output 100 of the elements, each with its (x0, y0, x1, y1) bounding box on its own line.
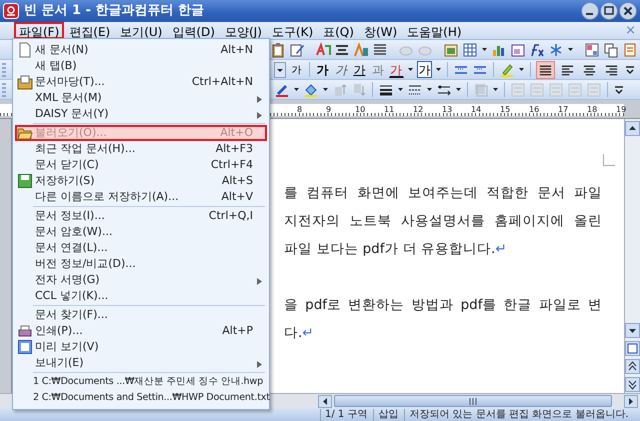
list-icon[interactable] (372, 42, 388, 58)
scroll-up-icon[interactable] (625, 121, 640, 136)
menu-item[interactable]: 문서 연결(L)... (15, 240, 267, 256)
letter-art-icon[interactable] (315, 42, 331, 58)
menu-item[interactable]: 저장하기(S) Alt+S (15, 173, 267, 189)
ruler-number: 19 (616, 106, 626, 114)
form-icon[interactable] (622, 42, 638, 58)
text-box-icon[interactable] (510, 42, 526, 58)
menu-item[interactable]: 문서 닫기(C) Ctrl+F4 (15, 157, 267, 173)
alignment-icon (604, 62, 619, 76)
scroll-right-icon[interactable] (624, 394, 638, 408)
menu-item[interactable]: 1 C:₩Documents ...₩재산분 주민세 징수 안내.hwp (15, 374, 267, 390)
formula-icon[interactable] (529, 42, 545, 58)
menu-item[interactable]: 미리 보기(V) (15, 339, 267, 355)
menu-item-icon (17, 74, 33, 90)
minimize-icon[interactable] (581, 2, 599, 20)
next-page-icon[interactable] (625, 377, 640, 392)
scroll-down-icon[interactable] (625, 323, 640, 338)
format-button[interactable]: 가 (314, 61, 330, 78)
menu-item[interactable]: 다른 이름으로 저장하기(A)... Alt+V (15, 189, 267, 205)
asterisk-icon[interactable] (548, 42, 564, 58)
scroll-left-icon[interactable] (318, 394, 332, 408)
ruler-number: 16 (529, 106, 540, 114)
menu-item[interactable]: 모양(J) (220, 22, 267, 39)
menu-item[interactable]: 문서마당(T)... Ctrl+Alt+N (15, 74, 267, 90)
page-view-icon[interactable] (625, 341, 640, 356)
menu-item[interactable]: 입력(D) (167, 22, 220, 39)
shortcut-text: Alt+O (220, 124, 254, 141)
previous-page-icon[interactable] (625, 359, 640, 374)
menu-item[interactable]: 인쇄(P)... Alt+P (15, 323, 267, 339)
document-text: 지전자의 노트북 사용설명서를 홈페이지에 올린 (284, 213, 602, 229)
ruler-number: 13 (442, 106, 452, 114)
shortcut-text: Alt+N (220, 42, 254, 58)
format-button[interactable]: 가 (352, 61, 368, 78)
paragraph-mark: ↵ (302, 325, 314, 341)
pencil-note-icon[interactable] (289, 42, 305, 58)
document-text: 를 컴퓨터 화면에 보여주는데 적합한 문서 파일 (284, 185, 602, 201)
grip-icon (469, 398, 477, 404)
menu-item[interactable]: CCL 넣기(K)... (15, 288, 267, 304)
alignment-icon (538, 62, 553, 76)
ruler-number: 12 (413, 106, 424, 114)
ruler-number: 8 (297, 106, 302, 114)
maximize-icon[interactable] (600, 2, 618, 20)
align-button[interactable] (536, 60, 555, 78)
menu-item[interactable]: 새 탭(B) (15, 58, 267, 74)
close-icon[interactable] (619, 2, 637, 20)
page-section-status: 1/ 1 구역 (320, 408, 368, 420)
menu-item[interactable]: 문서 정보(I)... Ctrl+Q,I (15, 208, 267, 224)
status-message: 저장되어 있는 문서를 편집 화면으로 불러옵니다. (404, 408, 629, 420)
menu-item[interactable]: 도움말(H) (402, 22, 467, 39)
menu-item[interactable]: 버전 정보/비교(D)... (15, 256, 267, 272)
menu-item[interactable]: 보내기(E) (15, 355, 267, 371)
menu-item-icon (17, 323, 33, 339)
vertical-scrollbar[interactable] (624, 119, 640, 393)
menu-item[interactable]: 편집(E) (64, 22, 116, 39)
ruler-number: 9 (326, 106, 332, 114)
format-button[interactable]: 가 (388, 61, 404, 78)
menu-item[interactable]: 전자 서명(G) (15, 272, 267, 288)
letter-art-icon[interactable] (353, 42, 369, 58)
menu-item[interactable]: DAISY 문서(Y) (15, 106, 267, 122)
table-icon[interactable] (462, 42, 478, 58)
shortcut-text: Alt+F3 (216, 140, 254, 157)
menu-item[interactable]: 창(W) (358, 22, 402, 39)
document-text: 다. (284, 325, 302, 341)
menu-item[interactable]: 최근 작업 문서(H)... Alt+F3 (15, 141, 267, 157)
scrollbar-thumb[interactable] (334, 395, 612, 407)
fill-color-icon[interactable] (303, 82, 319, 98)
menu-item[interactable]: 보기(U) (115, 22, 168, 39)
alignment-icon (560, 62, 575, 76)
clipboard-icon[interactable] (270, 42, 286, 58)
menu-item[interactable]: XML 문서(M) (15, 90, 267, 106)
format-button[interactable]: 가 (333, 61, 349, 78)
document-text: 파일 보다는 pdf가 더 유용합니다. (284, 241, 496, 257)
ruler-number: 17 (558, 106, 568, 114)
menu-item-icon (17, 339, 33, 355)
document-text: 을 pdf로 변환하는 방법과 pdf를 한글 파일로 변 (284, 297, 602, 313)
menu-item-icon (17, 42, 33, 58)
shortcut-text: Alt+P (222, 322, 254, 339)
format-button[interactable]: 가 (416, 61, 432, 78)
copy-icon[interactable] (603, 42, 619, 58)
format-button[interactable]: 가 (288, 61, 304, 78)
shortcut-text: Alt+S (222, 172, 254, 189)
highlighter-icon[interactable] (499, 62, 516, 78)
ruler-number: 18 (587, 106, 598, 114)
shortcut-text: Alt+V (221, 188, 254, 205)
window-title: 빈 문서 1 - 한글과컴퓨터 한글 (24, 2, 204, 20)
ruler-number: 15 (500, 106, 510, 114)
alignment-icon (582, 62, 597, 76)
menu-item[interactable]: 도구(K) (266, 22, 318, 39)
dropdown-button-icon[interactable] (274, 62, 286, 78)
grid-square-icon[interactable] (584, 42, 600, 58)
ruler-number: 14 (471, 106, 482, 114)
menu-item[interactable]: 문서 찾기(F)... (15, 307, 267, 323)
menu-item[interactable]: 표(Q) (318, 22, 359, 39)
paragraph-mark: ↵ (495, 241, 507, 257)
shortcut-text: Ctrl+F4 (210, 156, 254, 173)
picture-icon[interactable] (443, 42, 459, 58)
menu-item-icon (17, 173, 33, 189)
menu-item[interactable]: 문서 암호(W)... (15, 224, 267, 240)
ruler-number: 10 (355, 106, 366, 114)
